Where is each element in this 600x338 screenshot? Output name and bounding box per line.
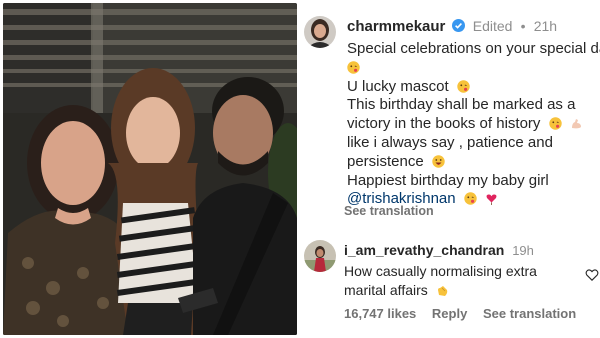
edited-label: Edited [472, 18, 513, 34]
caption-text: persistence [347, 152, 424, 170]
likes-count[interactable]: 16,747 likes [344, 306, 416, 321]
reply-text: How casually normalising extra marital a… [344, 262, 584, 300]
poster-username[interactable]: charmmekaur [347, 18, 445, 35]
face-blowing-kiss-emoji [457, 79, 470, 93]
caption-line: Special celebrations on your special day [347, 40, 600, 57]
caption-text: victory in the books of history [347, 115, 541, 133]
reply-text-span: marital affairs [344, 282, 428, 298]
caption-text: U lucky mascot [347, 77, 449, 95]
verified-badge-icon [451, 19, 465, 32]
reply-actions: 16,747 likes Reply See translation [344, 306, 588, 321]
reply-username[interactable]: i_am_revathy_chandran [344, 242, 504, 258]
poster-avatar[interactable] [304, 16, 336, 48]
clapping-hands-emoji [436, 283, 449, 296]
post-photo [3, 3, 297, 335]
heart-emoji [485, 192, 498, 206]
reply-see-translation[interactable]: See translation [483, 306, 576, 321]
reply-button[interactable]: Reply [432, 306, 467, 321]
caption-line: U lucky mascot [347, 78, 600, 97]
post-header: charmmekaur Edited • 21h [347, 18, 557, 35]
caption-line: victory in the books of history [347, 115, 600, 134]
caption-line: like i always say , patience and [347, 133, 553, 151]
caption-line: persistence [347, 153, 600, 172]
grinning-face-emoji [432, 155, 445, 168]
caption-line: Happiest birthday my baby girl [347, 171, 549, 189]
see-translation-link[interactable]: See translation [344, 204, 434, 218]
reply-line: marital affairs [344, 281, 584, 300]
meta-separator: • [520, 18, 526, 34]
heart-outline-icon[interactable] [585, 268, 599, 282]
flexed-biceps-emoji [570, 117, 583, 130]
reply-avatar[interactable] [304, 240, 336, 272]
face-blowing-kiss-emoji [464, 192, 477, 206]
reply-header: i_am_revathy_chandran 19h [344, 242, 534, 258]
reply-time: 19h [512, 243, 534, 258]
reply-line: How casually normalising extra [344, 263, 537, 279]
post-time: 21h [533, 18, 558, 34]
face-blowing-kiss-emoji [347, 61, 360, 74]
caption-line: This birthday shall be marked as a [347, 96, 576, 114]
post-caption: Special celebrations on your special day… [347, 40, 600, 209]
face-blowing-kiss-emoji [548, 117, 562, 130]
caption-line [347, 59, 600, 78]
comments-panel: charmmekaur Edited • 21h Special celebra… [297, 0, 600, 338]
